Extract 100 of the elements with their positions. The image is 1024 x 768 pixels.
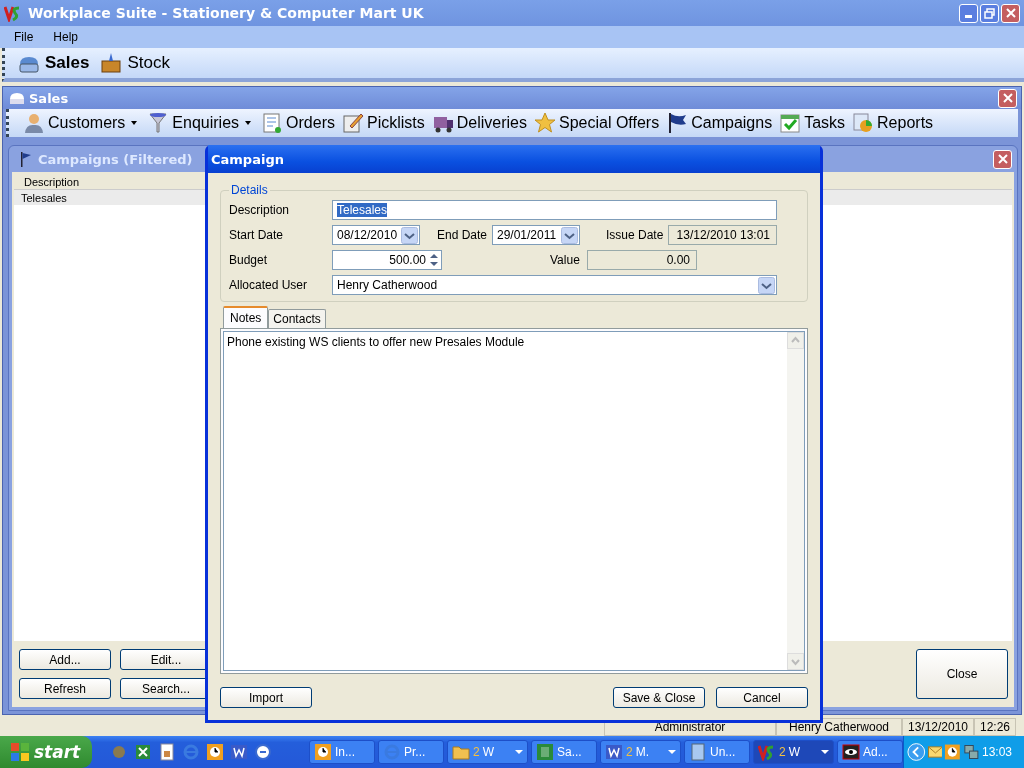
restore-button[interactable] xyxy=(980,3,999,23)
spinner-arrows-icon xyxy=(428,252,440,268)
field-label: Description xyxy=(229,203,291,217)
budget-spinner[interactable]: 500.00 xyxy=(332,250,442,270)
toolbar-button[interactable]: Enquiries xyxy=(147,112,255,134)
clock-icon xyxy=(944,743,962,761)
close-icon xyxy=(996,153,1009,165)
app-logo-icon xyxy=(758,743,776,761)
chevron-icon xyxy=(907,742,926,762)
taskbar-button[interactable]: Pr... xyxy=(378,740,444,764)
notes-field[interactable]: Phone existing WS clients to offer new Presales Module xyxy=(223,331,805,671)
notepad-icon xyxy=(689,743,707,761)
taskbar-button[interactable]: 2 W xyxy=(753,740,834,764)
field-label: Start Date xyxy=(229,228,285,242)
dialog-button[interactable]: Import xyxy=(220,687,312,708)
spreadsheet-icon xyxy=(133,743,152,761)
quick-launch-button[interactable] xyxy=(229,743,248,761)
eye-icon xyxy=(842,743,860,761)
tab[interactable]: Contacts xyxy=(268,309,326,328)
flag-icon xyxy=(20,151,32,167)
menu-item[interactable]: Help xyxy=(53,30,79,44)
issue-date-field: 13/12/2010 13:01 xyxy=(668,225,777,245)
flag-icon xyxy=(666,112,689,134)
quick-launch-button[interactable] xyxy=(133,743,152,761)
star-icon xyxy=(534,112,556,134)
toolbar-button[interactable]: Customers xyxy=(23,112,141,134)
action-button[interactable]: Add... xyxy=(19,649,111,670)
toolbar-button[interactable]: Tasks xyxy=(779,112,846,134)
field-label: Allocated User xyxy=(229,278,309,292)
field-label: Issue Date xyxy=(606,228,665,242)
field-label: Value xyxy=(550,253,581,267)
minimize-icon xyxy=(965,14,972,18)
word-doc-icon xyxy=(605,743,623,761)
menu-item[interactable]: File xyxy=(14,30,34,44)
word-doc-icon xyxy=(229,743,248,761)
close-button[interactable] xyxy=(998,88,1017,108)
scrollbar[interactable] xyxy=(787,332,804,670)
document-icon xyxy=(157,743,176,761)
close-button[interactable]: Close xyxy=(916,649,1008,699)
envelope-icon xyxy=(927,746,943,758)
tab[interactable]: Notes xyxy=(223,306,269,328)
toolbar-button[interactable]: Picklists xyxy=(341,112,425,134)
quick-launch-button[interactable] xyxy=(157,743,176,761)
app-logo-icon xyxy=(4,4,22,22)
close-icon xyxy=(1004,7,1017,19)
user-dropdown[interactable]: Henry Catherwood xyxy=(332,275,777,295)
dialog-button[interactable]: Cancel xyxy=(716,687,808,708)
toolbar-button[interactable]: Reports xyxy=(852,112,934,134)
scroll-down-icon xyxy=(787,653,804,670)
calendar-check-icon xyxy=(779,112,802,134)
action-button[interactable]: Refresh xyxy=(19,678,111,699)
report-icon xyxy=(852,112,875,134)
pencil-note-icon xyxy=(341,112,364,134)
group-label: Details xyxy=(230,183,269,197)
taskbar-button[interactable]: 2 M. xyxy=(600,740,681,764)
close-button[interactable] xyxy=(1001,3,1020,23)
module-tab[interactable]: Sales xyxy=(17,52,90,74)
column-header[interactable]: Description xyxy=(24,175,80,188)
panel-title: Sales xyxy=(29,90,70,106)
windows-logo-icon xyxy=(10,742,30,762)
toolbar-button[interactable]: Campaigns xyxy=(666,112,773,134)
module-tab[interactable]: Stock xyxy=(99,52,170,74)
toolbar-button[interactable]: Special Offers xyxy=(534,112,660,134)
dialog-title: Campaign xyxy=(211,151,284,167)
start-button[interactable]: start xyxy=(0,736,92,768)
field-label: Budget xyxy=(229,253,269,267)
field-label: End Date xyxy=(437,228,489,242)
taskbar-button[interactable]: Ad... xyxy=(837,740,903,764)
selected-text: Telesales xyxy=(337,203,388,217)
clock: 13:03 xyxy=(981,745,1013,759)
browser-icon xyxy=(181,743,200,761)
funnel-icon xyxy=(147,112,170,134)
restore-icon xyxy=(984,7,995,19)
spreadsheet-icon xyxy=(536,743,554,761)
quick-launch-button[interactable] xyxy=(205,743,224,761)
toolbar-button[interactable]: Deliveries xyxy=(431,112,527,134)
taskbar-button[interactable]: Sa... xyxy=(531,740,597,764)
scroll-up-icon xyxy=(787,332,804,349)
dialog-button[interactable]: Save & Close xyxy=(613,687,705,708)
taskbar-button[interactable]: Un... xyxy=(684,740,750,764)
minimize-button[interactable] xyxy=(959,3,978,23)
clock-icon xyxy=(314,743,332,761)
box-icon xyxy=(99,52,124,74)
folder-icon xyxy=(452,743,470,761)
taskbar-button[interactable]: In... xyxy=(309,740,375,764)
clock-icon xyxy=(205,743,224,761)
form-icon xyxy=(261,112,284,134)
panel-title: Campaigns (Filtered) xyxy=(38,151,193,167)
date-picker[interactable]: 29/01/2011 xyxy=(492,225,580,245)
close-icon xyxy=(1001,92,1014,104)
status-field: 12:26 xyxy=(974,718,1016,736)
taskbar-button[interactable]: 2 W xyxy=(447,740,528,764)
network-icon xyxy=(963,743,980,761)
close-button[interactable] xyxy=(993,149,1012,169)
window-title: Workplace Suite - Stationery & Computer Mart UK xyxy=(28,5,425,21)
person-icon xyxy=(23,112,45,134)
date-picker[interactable]: 08/12/2010 xyxy=(332,225,420,245)
toolbar-button[interactable]: Orders xyxy=(261,112,335,134)
description-field[interactable]: Telesales xyxy=(332,200,777,220)
status-field: 13/12/2010 xyxy=(902,718,974,736)
